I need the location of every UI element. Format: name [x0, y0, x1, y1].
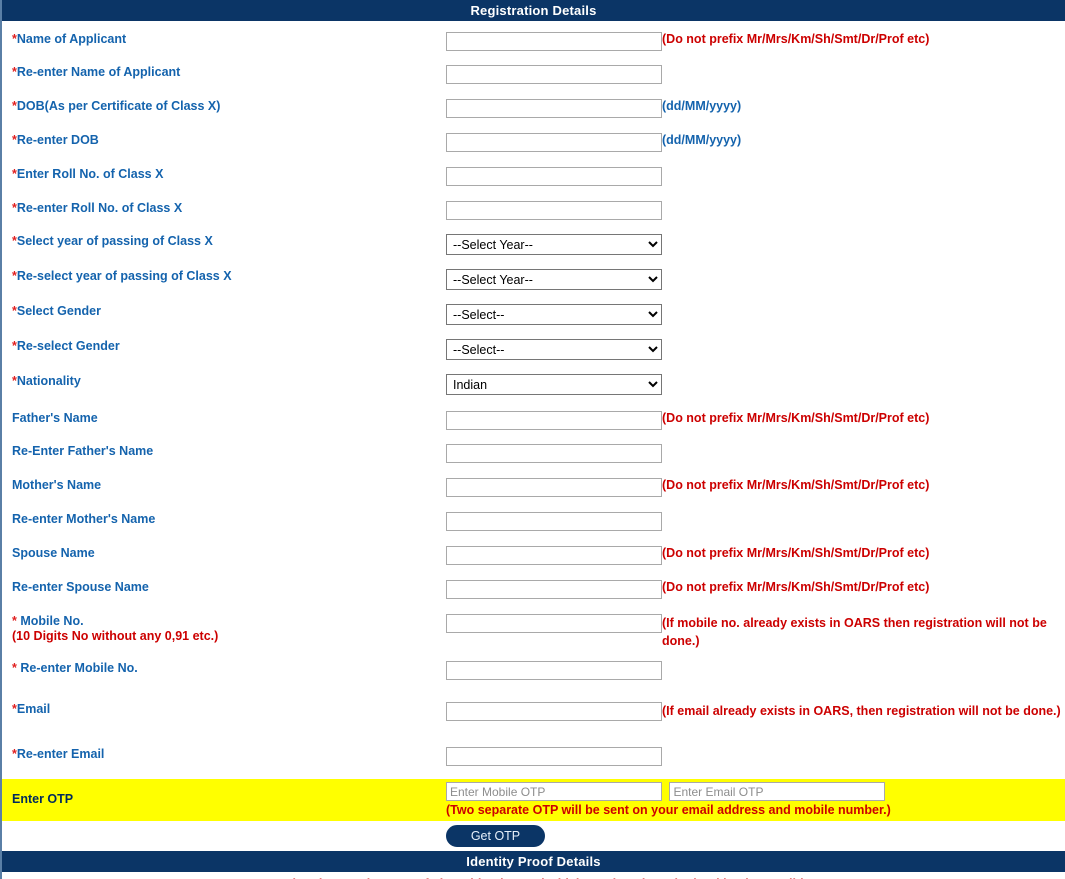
re-enter-dob-input[interactable] [446, 133, 662, 152]
get-otp-button-row: Get OTP [2, 821, 1065, 851]
re-enter-mobile-no-input[interactable] [446, 661, 662, 680]
label-fathers-name: Father's Name [12, 411, 98, 425]
re-enter-fathers-name-input[interactable] [446, 444, 662, 463]
row-re-enter-spouse-name: Re-enter Spouse Name (Do not prefix Mr/M… [2, 574, 1065, 608]
hint-no-prefix-father: (Do not prefix Mr/Mrs/Km/Sh/Smt/Dr/Prof … [662, 411, 930, 425]
mobile-otp-input[interactable] [446, 782, 662, 801]
label-enter-otp: Enter OTP [12, 792, 74, 806]
row-nationality: *Nationality Indian [2, 369, 1065, 404]
row-gender: *Select Gender --Select-- [2, 299, 1065, 334]
label-re-enter-dob: *Re-enter DOB [12, 133, 99, 147]
section-header-registration: Registration Details [2, 0, 1065, 21]
spouse-name-input[interactable] [446, 546, 662, 565]
name-of-applicant-input[interactable] [446, 32, 662, 51]
section-header-identity-proof: Identity Proof Details [2, 851, 1065, 872]
label-re-enter-fathers-name: Re-Enter Father's Name [12, 444, 154, 458]
label-name-of-applicant: *Name of Applicant [12, 32, 127, 46]
row-re-enter-fathers-name: Re-Enter Father's Name [2, 438, 1065, 472]
row-re-enter-name-of-applicant: *Re-enter Name of Applicant [2, 59, 1065, 93]
label-mothers-name: Mother's Name [12, 478, 102, 492]
hint-no-prefix-name: (Do not prefix Mr/Mrs/Km/Sh/Smt/Dr/Prof … [662, 32, 930, 46]
label-re-enter-roll-no: *Re-enter Roll No. of Class X [12, 201, 183, 215]
dob-input[interactable] [446, 99, 662, 118]
re-enter-spouse-name-input[interactable] [446, 580, 662, 599]
re-enter-email-input[interactable] [446, 747, 662, 766]
label-dob: *DOB(As per Certificate of Class X) [12, 99, 221, 113]
row-year-of-passing: *Select year of passing of Class X --Sel… [2, 229, 1065, 264]
label-year-of-passing: *Select year of passing of Class X [12, 234, 213, 248]
row-re-select-year-of-passing: *Re-select year of passing of Class X --… [2, 264, 1065, 299]
get-otp-button[interactable]: Get OTP [446, 825, 545, 847]
label-re-select-year-of-passing: *Re-select year of passing of Class X [12, 269, 232, 283]
label-gender: *Select Gender [12, 304, 101, 318]
gender-select[interactable]: --Select-- [446, 304, 662, 325]
label-re-enter-email: *Re-enter Email [12, 747, 105, 761]
row-re-enter-mobile-no: * Re-enter Mobile No. [2, 658, 1065, 689]
row-re-enter-email: *Re-enter Email [2, 744, 1065, 775]
required-star: * [12, 614, 17, 628]
row-mobile-no: * Mobile No. (10 Digits No without any 0… [2, 608, 1065, 658]
nationality-select[interactable]: Indian [446, 374, 662, 395]
re-enter-name-of-applicant-input[interactable] [446, 65, 662, 84]
label-roll-no: *Enter Roll No. of Class X [12, 167, 164, 181]
label-nationality: *Nationality [12, 374, 81, 388]
row-re-enter-roll-no: *Re-enter Roll No. of Class X [2, 195, 1065, 229]
label-mobile-no: * Mobile No. (10 Digits No without any 0… [2, 614, 446, 644]
hint-dob-format: (dd/MM/yyyy) [662, 99, 742, 113]
mothers-name-input[interactable] [446, 478, 662, 497]
label-re-select-gender: *Re-select Gender [12, 339, 120, 353]
label-re-enter-spouse-name: Re-enter Spouse Name [12, 580, 149, 594]
year-of-passing-select[interactable]: --Select Year-- [446, 234, 662, 255]
label-spouse-name: Spouse Name [12, 546, 95, 560]
otp-band: Enter OTP (Two separate OTP will be sent… [2, 779, 1065, 821]
row-fathers-name: Father's Name (Do not prefix Mr/Mrs/Km/S… [2, 404, 1065, 438]
re-enter-mothers-name-input[interactable] [446, 512, 662, 531]
row-roll-no: *Enter Roll No. of Class X [2, 161, 1065, 195]
email-input[interactable] [446, 702, 662, 721]
hint-mobile-exists: (If mobile no. already exists in OARS th… [662, 616, 1047, 648]
row-name-of-applicant: *Name of Applicant (Do not prefix Mr/Mrs… [2, 25, 1065, 59]
required-star: * [12, 661, 17, 675]
hint-no-prefix-spouse: (Do not prefix Mr/Mrs/Km/Sh/Smt/Dr/Prof … [662, 546, 930, 560]
hint-email-exists: (If email already exists in OARS, then r… [662, 704, 1061, 718]
label-email: *Email [12, 702, 51, 716]
mobile-no-input[interactable] [446, 614, 662, 633]
row-re-select-gender: *Re-select Gender --Select-- [2, 334, 1065, 369]
re-select-year-of-passing-select[interactable]: --Select Year-- [446, 269, 662, 290]
hint-no-prefix-mother: (Do not prefix Mr/Mrs/Km/Sh/Smt/Dr/Prof … [662, 478, 930, 492]
label-re-enter-mothers-name: Re-enter Mother's Name [12, 512, 156, 526]
registration-form-page: Registration Details *Name of Applicant … [0, 0, 1065, 879]
row-spouse-name: Spouse Name (Do not prefix Mr/Mrs/Km/Sh/… [2, 540, 1065, 574]
hint-no-prefix-re-spouse: (Do not prefix Mr/Mrs/Km/Sh/Smt/Dr/Prof … [662, 580, 930, 594]
row-mothers-name: Mother's Name (Do not prefix Mr/Mrs/Km/S… [2, 472, 1065, 506]
label-re-enter-name-of-applicant: *Re-enter Name of Applicant [12, 65, 181, 79]
label-re-enter-mobile-no: * Re-enter Mobile No. [12, 661, 138, 675]
re-enter-roll-no-input[interactable] [446, 201, 662, 220]
row-dob: *DOB(As per Certificate of Class X) (dd/… [2, 93, 1065, 127]
hint-re-dob-format: (dd/MM/yyyy) [662, 133, 742, 147]
otp-note: (Two separate OTP will be sent on your e… [446, 803, 891, 817]
re-select-gender-select[interactable]: --Select-- [446, 339, 662, 360]
row-email: *Email (If email already exists in OARS,… [2, 697, 1065, 744]
fathers-name-input[interactable] [446, 411, 662, 430]
row-re-enter-dob: *Re-enter DOB (dd/MM/yyyy) [2, 127, 1065, 161]
roll-no-input[interactable] [446, 167, 662, 186]
hint-mobile-digits: (10 Digits No without any 0,91 etc.) [12, 629, 219, 643]
row-re-enter-mothers-name: Re-enter Mother's Name [2, 506, 1065, 540]
email-otp-input[interactable] [669, 782, 886, 801]
